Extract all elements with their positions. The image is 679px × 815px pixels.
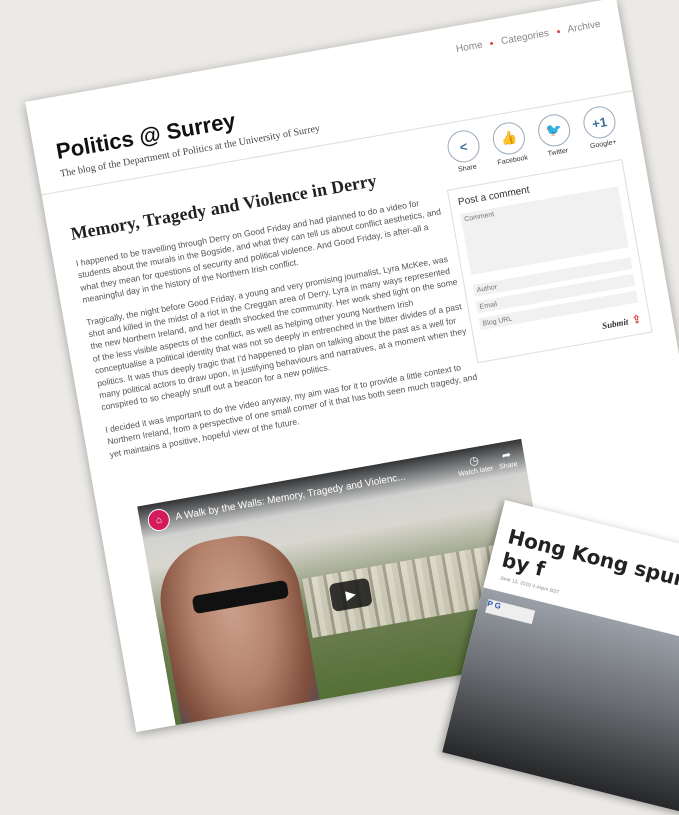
facebook-like-icon: 👍 xyxy=(490,119,528,157)
nav-home[interactable]: Home xyxy=(455,40,483,55)
watch-later-button[interactable]: ◷ Watch later xyxy=(456,451,494,478)
share-arrow-icon: ➦ xyxy=(500,448,513,462)
watch-later-label: Watch later xyxy=(457,464,494,478)
overlay-photo xyxy=(442,587,679,815)
share-button[interactable]: < Share xyxy=(445,127,484,175)
submit-label: Submit xyxy=(601,316,630,331)
comment-form: Post a comment Submit ⇪ xyxy=(446,159,653,364)
twitter-bird-icon: 🐦 xyxy=(535,111,573,149)
nav-archive[interactable]: Archive xyxy=(567,19,602,36)
facebook-label: Facebook xyxy=(497,154,529,167)
video-presenter xyxy=(151,526,326,733)
submit-icon: ⇪ xyxy=(631,313,643,327)
nav-separator xyxy=(556,29,560,34)
top-nav: Home Categories Archive xyxy=(455,19,601,55)
play-icon: ▶ xyxy=(344,586,357,603)
google-plus-label: Google+ xyxy=(589,138,618,151)
nav-categories[interactable]: Categories xyxy=(500,28,550,47)
google-plus-one-icon: +1 xyxy=(580,103,618,141)
video-share-button[interactable]: ➦ Share xyxy=(496,447,519,471)
twitter-label: Twitter xyxy=(547,147,569,158)
share-label: Share xyxy=(457,163,478,174)
share-icon: < xyxy=(445,127,483,165)
google-plus-share-button[interactable]: +1 Google+ xyxy=(580,103,620,151)
channel-avatar-icon[interactable]: ⌂ xyxy=(146,507,172,533)
video-share-label: Share xyxy=(498,460,519,471)
twitter-share-button[interactable]: 🐦 Twitter xyxy=(535,111,575,159)
facebook-share-button[interactable]: 👍 Facebook xyxy=(490,119,529,167)
clock-icon: ◷ xyxy=(468,454,480,468)
submit-button[interactable]: Submit ⇪ xyxy=(601,312,642,332)
nav-separator xyxy=(490,41,494,46)
video-title[interactable]: A Walk by the Walls: Memory, Tragedy and… xyxy=(175,463,453,522)
